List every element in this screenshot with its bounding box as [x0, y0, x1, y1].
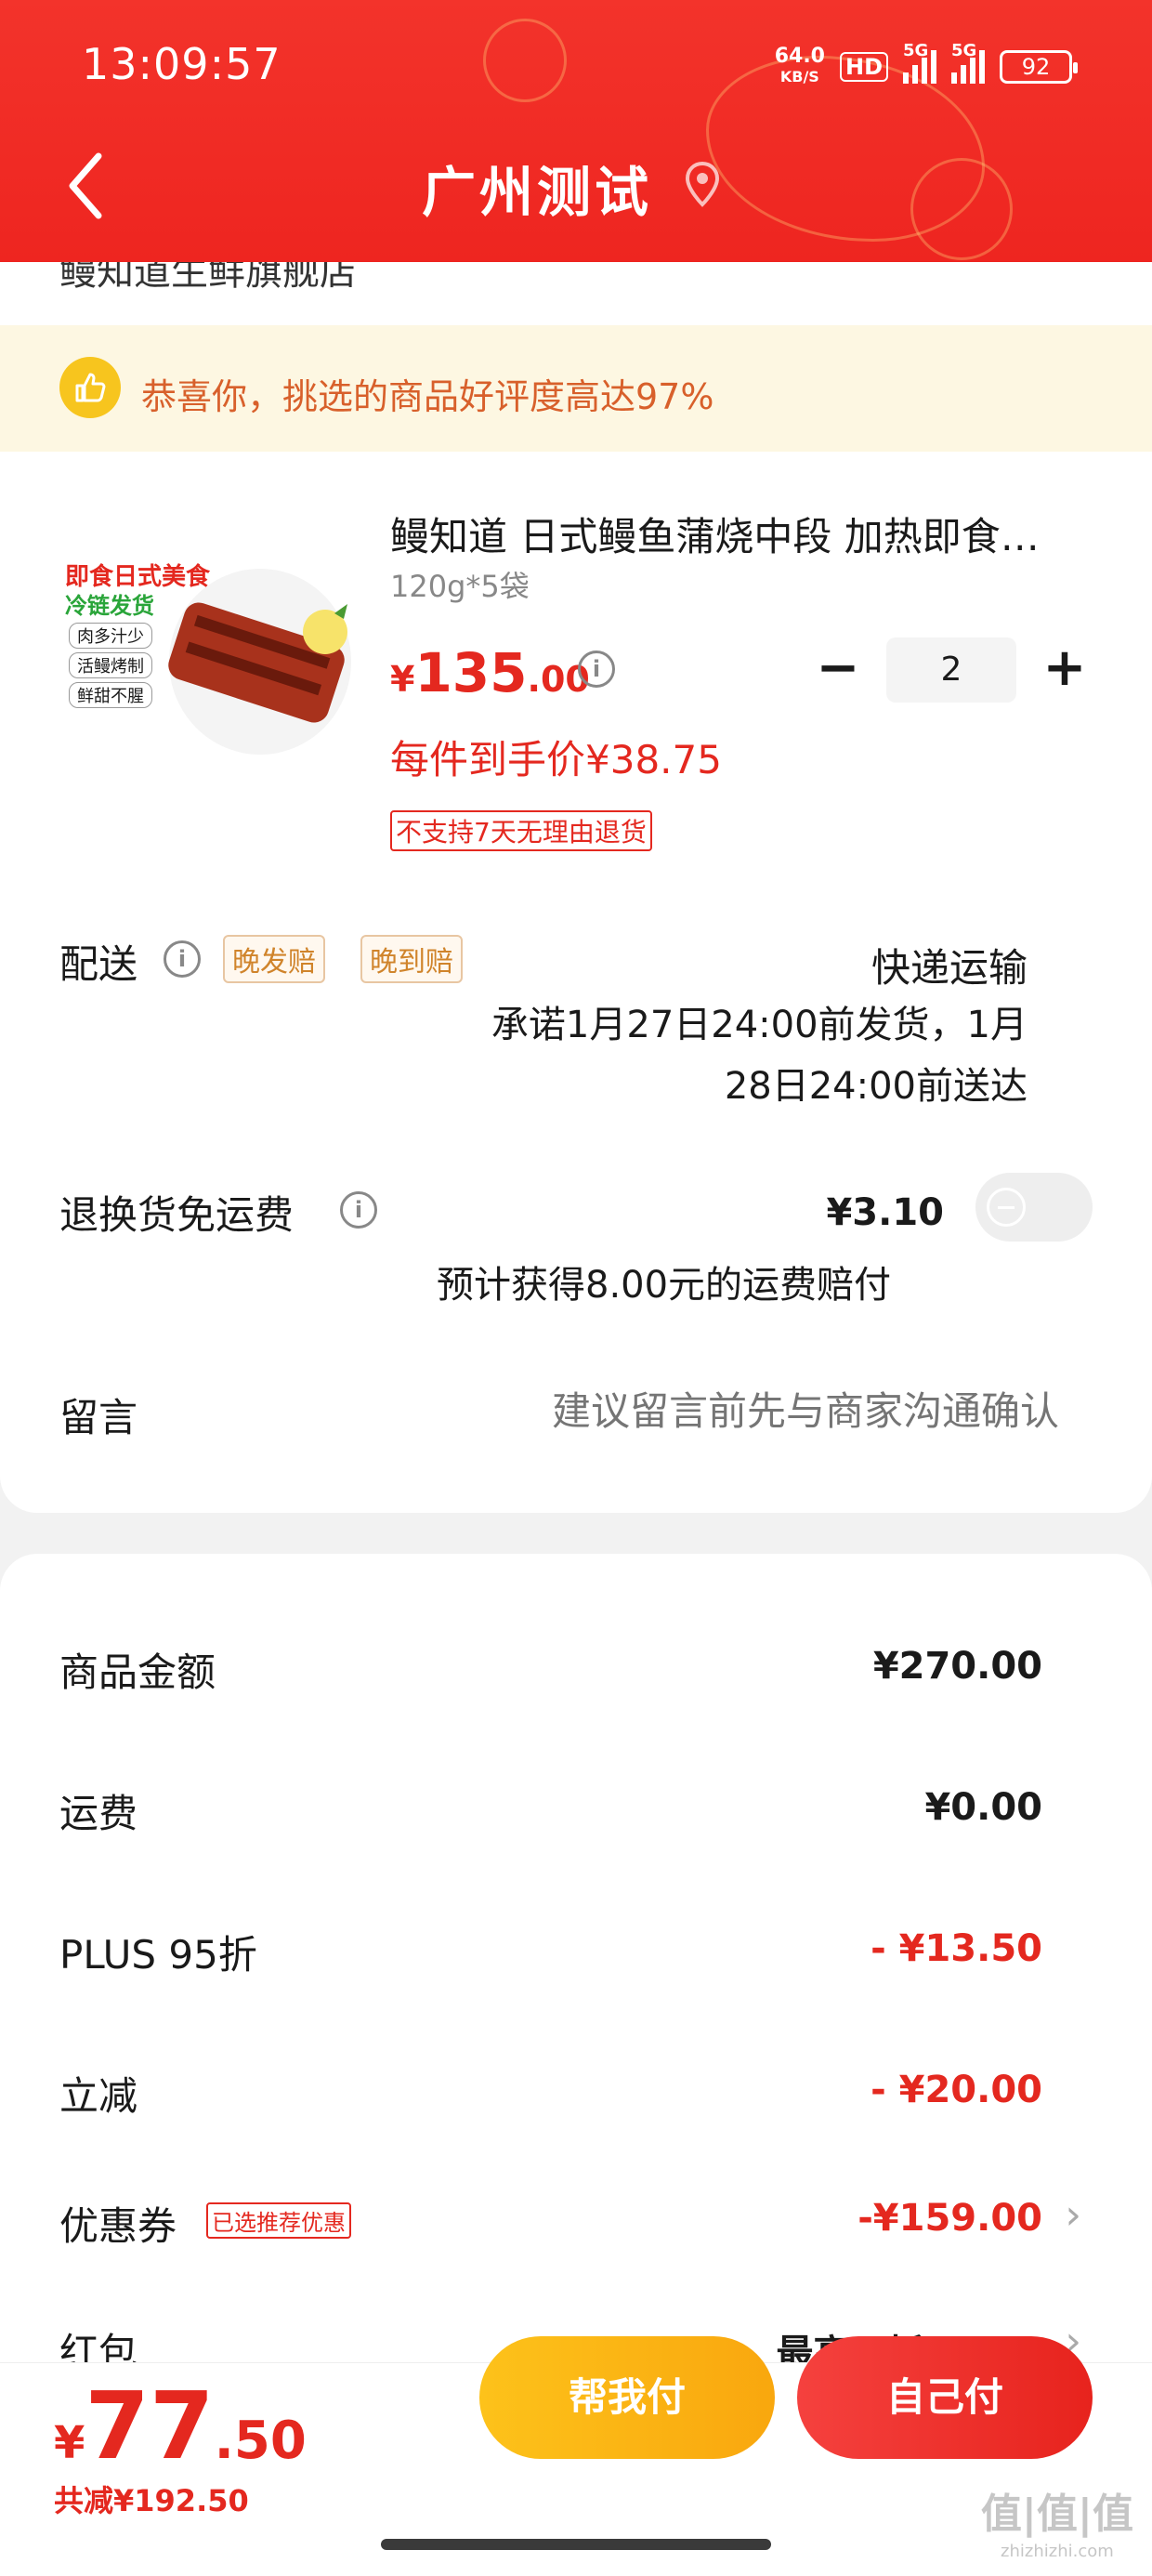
return-policy-badge: 不支持7天无理由退货: [390, 810, 652, 851]
late-arrive-badge: 晚到赔: [360, 935, 463, 983]
summary-value: ¥270.00: [872, 1645, 1042, 1688]
total-integer: 77: [85, 2372, 215, 2480]
chevron-right-icon[interactable]: ›: [1065, 2191, 1081, 2239]
summary-label: 商品金额: [59, 1649, 216, 1695]
watermark-url: zhizhizhi.com: [1001, 2542, 1114, 2561]
decrease-button[interactable]: −: [810, 642, 866, 698]
image-tag: 鲜甜不腥: [69, 682, 152, 708]
return-shipping-fee: ¥3.10: [826, 1191, 944, 1234]
net-speed: 64.0 KB/S: [775, 46, 825, 87]
compensation-text: 预计获得8.00元的运费赔付: [437, 1264, 892, 1307]
header: 13:09:57 64.0 KB/S HD 5G 5G 92 广州测试: [0, 0, 1152, 262]
info-icon[interactable]: i: [340, 1191, 377, 1229]
delivery-label: 配送: [59, 941, 138, 987]
back-button[interactable]: [59, 149, 115, 223]
hd-icon: HD: [839, 52, 888, 82]
location-pin-icon[interactable]: [676, 158, 728, 210]
return-shipping-toggle[interactable]: [975, 1173, 1093, 1242]
shipping-mode[interactable]: 快递运输: [871, 937, 1028, 993]
chevron-left-icon: [69, 152, 102, 219]
battery-icon: 92: [1000, 50, 1078, 84]
product-price: ¥135.00: [390, 641, 590, 704]
price-integer: 135: [414, 641, 528, 704]
info-icon[interactable]: i: [164, 940, 201, 978]
image-tag: 肉多汁少: [69, 623, 152, 649]
coupon-tag: 已选推荐优惠: [206, 2202, 351, 2239]
signal-5g-label: 5G: [951, 41, 977, 60]
summary-value: ¥0.00: [924, 1786, 1042, 1829]
unit-price: 每件到手价¥38.75: [390, 737, 722, 782]
summary-label: PLUS 95折: [59, 1932, 257, 1978]
help-pay-button[interactable]: 帮我付: [479, 2336, 775, 2459]
watermark-text: 值|值|值: [980, 2491, 1133, 2538]
quantity-stepper: − 2 +: [810, 637, 1093, 703]
summary-value: - ¥20.00: [871, 2069, 1042, 2111]
product-spec: 120g*5袋: [390, 569, 530, 604]
summary-label: 运费: [59, 1791, 138, 1836]
signal-5g-label: 5G: [903, 41, 929, 60]
signal-icon: 5G: [951, 41, 985, 84]
watermark: 值|值|值 zhizhizhi.com: [981, 2494, 1133, 2570]
firework-decoration: [483, 19, 567, 102]
note-label: 留言: [59, 1395, 138, 1440]
rating-banner: 恭喜你，挑选的商品好评度高达97%: [0, 325, 1152, 452]
return-shipping-label: 退换货免运费: [59, 1192, 295, 1238]
self-pay-button[interactable]: 自己付: [797, 2336, 1093, 2459]
summary-label: 优惠券: [59, 2203, 177, 2249]
image-subtitle: 冷链发货: [65, 593, 154, 619]
product-name[interactable]: 鳗知道 日式鳗鱼蒲烧中段 加热即食…: [390, 506, 1096, 562]
total-saved: 共减¥192.50: [54, 2483, 249, 2518]
total-symbol: ¥: [54, 2417, 85, 2469]
page-title: 广州测试: [422, 161, 653, 224]
status-icons: 64.0 KB/S HD 5G 5G 92: [775, 41, 1078, 87]
quantity-field[interactable]: 2: [886, 637, 1016, 703]
coupon-value[interactable]: -¥159.00: [857, 2197, 1042, 2240]
late-ship-badge: 晚发赔: [223, 935, 325, 983]
net-speed-unit: KB/S: [779, 68, 819, 85]
product-image[interactable]: 即食日式美食 冷链发货 肉多汁少 活鳗烤制 鲜甜不腥: [56, 543, 353, 771]
note-input[interactable]: [446, 1388, 1059, 1434]
total-decimal: .50: [214, 2411, 307, 2471]
increase-button[interactable]: +: [1037, 642, 1093, 698]
total-price: ¥77.50: [54, 2372, 307, 2480]
signal-icon: 5G: [903, 41, 936, 84]
toggle-knob: [987, 1188, 1026, 1227]
status-time: 13:09:57: [82, 39, 281, 89]
net-speed-value: 64.0: [774, 45, 825, 68]
price-symbol: ¥: [390, 659, 415, 700]
summary-value: - ¥13.50: [871, 1927, 1042, 1970]
delivery-promise: 承诺1月27日24:00前发货，1月28日24:00前送达: [491, 1004, 1028, 1108]
banner-text: 恭喜你，挑选的商品好评度高达97%: [141, 376, 714, 417]
summary-label: 立减: [59, 2073, 138, 2119]
home-indicator[interactable]: [381, 2539, 771, 2550]
image-tag: 活鳗烤制: [69, 652, 152, 678]
thumbs-up-icon: [59, 357, 121, 418]
info-icon[interactable]: i: [578, 651, 615, 688]
